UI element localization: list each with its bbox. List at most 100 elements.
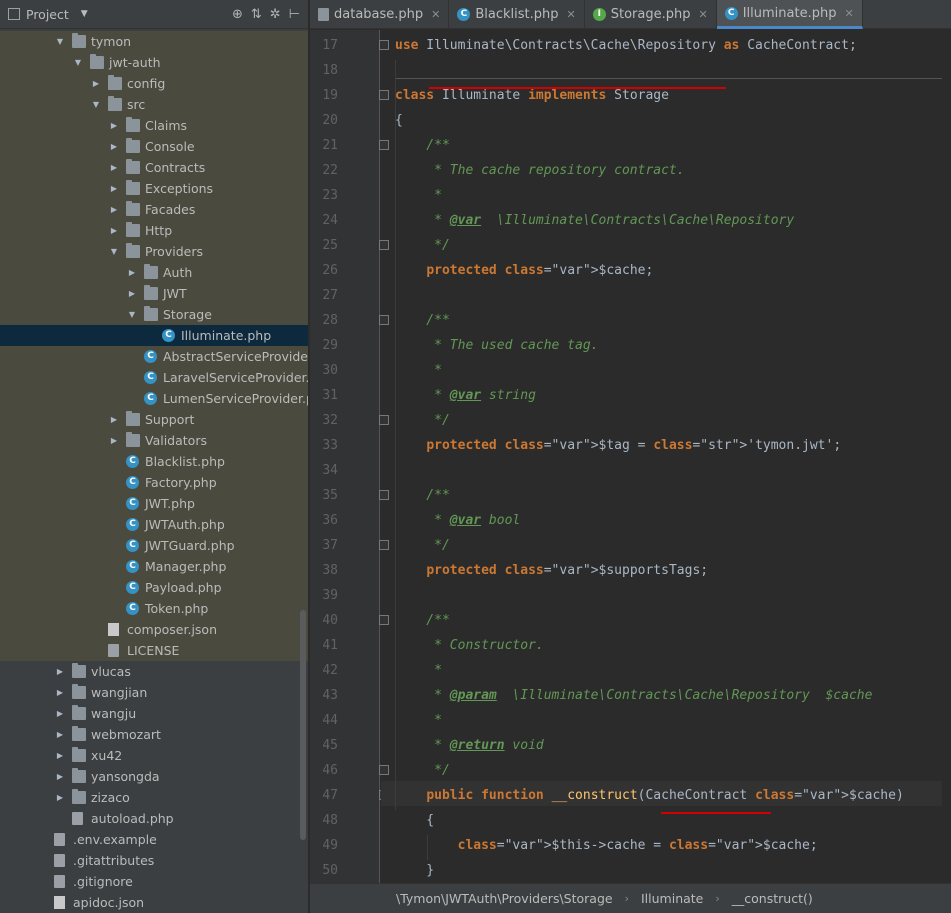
code-line[interactable]: * Constructor.	[395, 633, 544, 658]
tree-folder[interactable]: ▶ Facades	[0, 199, 308, 220]
code-line[interactable]: *	[395, 358, 442, 383]
tree-file[interactable]: LumenServiceProvider.php	[0, 388, 308, 409]
tree-folder[interactable]: ▼ Providers	[0, 241, 308, 262]
close-icon[interactable]: ✕	[567, 8, 576, 21]
tree-folder[interactable]: ▶ Exceptions	[0, 178, 308, 199]
tree-file[interactable]: LaravelServiceProvider.php	[0, 367, 308, 388]
code-line[interactable]: /**	[395, 308, 450, 333]
code-line[interactable]: */	[395, 408, 450, 433]
tree-file[interactable]: Factory.php	[0, 472, 308, 493]
tree-folder[interactable]: ▼ Storage	[0, 304, 308, 325]
close-icon[interactable]: ✕	[844, 7, 853, 20]
tree-folder[interactable]: ▶ Validators	[0, 430, 308, 451]
breadcrumb-class[interactable]: Illuminate	[641, 891, 703, 906]
code-line[interactable]: * @var bool	[395, 508, 520, 533]
code-line[interactable]: *	[395, 708, 442, 733]
code-line[interactable]: * The cache repository contract.	[395, 158, 684, 183]
chevron-right-icon[interactable]: ▶	[108, 178, 120, 199]
code-line[interactable]: * @var \Illuminate\Contracts\Cache\Repos…	[395, 208, 794, 233]
tree-file[interactable]: JWT.php	[0, 493, 308, 514]
tree-folder[interactable]: ▶ vlucas	[0, 661, 308, 682]
tree-file[interactable]: .gitattributes	[0, 850, 308, 871]
tree-folder[interactable]: ▶ xu42	[0, 745, 308, 766]
code-editor[interactable]: use Illuminate\Contracts\Cache\Repositor…	[381, 30, 951, 883]
chevron-down-icon[interactable]: ▼	[90, 94, 102, 115]
tree-file[interactable]: .env.example	[0, 829, 308, 850]
tree-file[interactable]: Blacklist.php	[0, 451, 308, 472]
code-line[interactable]: *	[395, 183, 442, 208]
tree-file[interactable]: apidoc.json	[0, 892, 308, 913]
chevron-right-icon[interactable]: ▶	[108, 430, 120, 451]
tree-folder[interactable]: ▶ Support	[0, 409, 308, 430]
chevron-right-icon[interactable]: ▶	[54, 787, 66, 808]
close-icon[interactable]: ✕	[699, 8, 708, 21]
tree-folder[interactable]: ▶ Console	[0, 136, 308, 157]
breadcrumb-namespace[interactable]: \Tymon\JWTAuth\Providers\Storage	[396, 891, 613, 906]
code-line[interactable]: protected class="var">$supportsTags;	[395, 558, 708, 583]
tree-file[interactable]: Token.php	[0, 598, 308, 619]
code-line[interactable]: /**	[395, 483, 450, 508]
code-line[interactable]: protected class="var">$tag = class="str"…	[395, 433, 841, 458]
tree-folder[interactable]: ▼ tymon	[0, 31, 308, 52]
tree-folder[interactable]: ▶ config	[0, 73, 308, 94]
editor-tab[interactable]: database.php ✕	[310, 0, 450, 29]
chevron-down-icon[interactable]: ▼	[126, 304, 138, 325]
tree-file[interactable]: Manager.php	[0, 556, 308, 577]
tree-folder[interactable]: ▶ wangju	[0, 703, 308, 724]
tree-folder[interactable]: ▶ JWT	[0, 283, 308, 304]
tree-folder[interactable]: ▶ zizaco	[0, 787, 308, 808]
code-line[interactable]: */	[395, 233, 450, 258]
editor-tab[interactable]: C Illuminate.php ✕	[716, 0, 863, 29]
locate-icon[interactable]: ⊕	[232, 7, 243, 22]
collapse-all-icon[interactable]: ⇅	[251, 7, 262, 22]
editor-scrollbar[interactable]	[942, 30, 951, 883]
tree-file[interactable]: autoload.php	[0, 808, 308, 829]
chevron-right-icon[interactable]: ▶	[54, 682, 66, 703]
code-line[interactable]: }	[395, 858, 434, 883]
tree-file[interactable]: JWTAuth.php	[0, 514, 308, 535]
code-line[interactable]: * The used cache tag.	[395, 333, 598, 358]
code-line[interactable]: * @var string	[395, 383, 536, 408]
tree-folder[interactable]: ▶ Claims	[0, 115, 308, 136]
code-line[interactable]: /**	[395, 133, 450, 158]
gear-icon[interactable]: ✲	[270, 7, 281, 22]
chevron-right-icon[interactable]: ▶	[54, 661, 66, 682]
tree-file[interactable]: composer.json	[0, 619, 308, 640]
chevron-right-icon[interactable]: ▶	[108, 136, 120, 157]
tree-file[interactable]: AbstractServiceProvider.php	[0, 346, 308, 367]
code-line[interactable]: *	[395, 658, 442, 683]
chevron-right-icon[interactable]: ▶	[54, 724, 66, 745]
tree-folder[interactable]: ▶ Auth	[0, 262, 308, 283]
tree-file[interactable]: LICENSE	[0, 640, 308, 661]
chevron-down-icon[interactable]: ▼	[72, 52, 84, 73]
editor-tab[interactable]: C Blacklist.php ✕	[449, 0, 585, 29]
tree-folder[interactable]: ▶ wangjian	[0, 682, 308, 703]
chevron-right-icon[interactable]: ▶	[108, 409, 120, 430]
code-line[interactable]: use Illuminate\Contracts\Cache\Repositor…	[395, 33, 857, 58]
code-line[interactable]: protected class="var">$cache;	[395, 258, 653, 283]
code-line[interactable]: * @param \Illuminate\Contracts\Cache\Rep…	[395, 683, 872, 708]
project-scrollbar[interactable]	[300, 610, 306, 840]
code-line[interactable]: */	[395, 533, 450, 558]
chevron-right-icon[interactable]: ▶	[108, 157, 120, 178]
chevron-right-icon[interactable]: ▶	[54, 766, 66, 787]
chevron-down-icon[interactable]: ▼	[54, 31, 66, 52]
tree-folder[interactable]: ▼ jwt-auth	[0, 52, 308, 73]
code-line[interactable]: public function __construct(CacheContrac…	[395, 783, 903, 808]
chevron-right-icon[interactable]: ▶	[108, 115, 120, 136]
tree-folder[interactable]: ▶ webmozart	[0, 724, 308, 745]
close-icon[interactable]: ✕	[431, 8, 440, 21]
tree-folder[interactable]: ▶ Contracts	[0, 157, 308, 178]
tree-folder[interactable]: ▶ Http	[0, 220, 308, 241]
chevron-right-icon[interactable]: ▶	[126, 283, 138, 304]
tree-file[interactable]: Illuminate.php	[0, 325, 308, 346]
code-line[interactable]: /**	[395, 608, 450, 633]
breadcrumb-method[interactable]: __construct()	[732, 891, 813, 906]
code-line[interactable]: {	[395, 108, 403, 133]
chevron-right-icon[interactable]: ▶	[54, 703, 66, 724]
project-panel-title[interactable]: Project	[26, 7, 69, 22]
chevron-down-icon[interactable]: ▼	[108, 241, 120, 262]
tree-file[interactable]: .gitignore	[0, 871, 308, 892]
chevron-right-icon[interactable]: ▶	[126, 262, 138, 283]
chevron-down-icon[interactable]: ▼	[81, 9, 88, 19]
